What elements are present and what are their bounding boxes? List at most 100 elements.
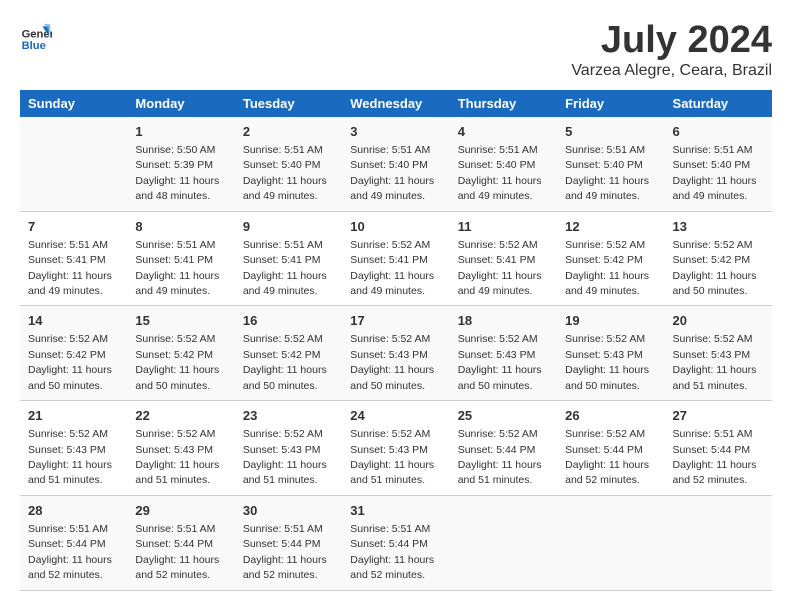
calendar-cell: 30 Sunrise: 5:51 AM Sunset: 5:44 PM Dayli… [235, 495, 342, 590]
calendar-cell: 27 Sunrise: 5:51 AM Sunset: 5:44 PM Dayli… [665, 401, 772, 496]
calendar-cell: 22Sunrise: 5:52 AM Sunset: 5:43 PM Dayli… [127, 401, 234, 496]
day-info: Sunrise: 5:52 AM Sunset: 5:43 PM Dayligh… [673, 333, 757, 391]
header: General Blue July 2024 Varzea Alegre, Ce… [20, 20, 772, 80]
day-info: Sunrise: 5:51 AM Sunset: 5:44 PM Dayligh… [243, 523, 327, 581]
calendar-week-row: 7 Sunrise: 5:51 AM Sunset: 5:41 PM Daylig… [20, 211, 772, 306]
calendar-cell: 5Sunrise: 5:51 AM Sunset: 5:40 PM Daylig… [557, 117, 664, 211]
calendar-cell: 18 Sunrise: 5:52 AM Sunset: 5:43 PM Dayli… [450, 306, 557, 401]
day-info: Sunrise: 5:52 AM Sunset: 5:42 PM Dayligh… [673, 239, 757, 297]
day-info: Sunrise: 5:52 AM Sunset: 5:43 PM Dayligh… [350, 333, 434, 391]
calendar-cell: 6Sunrise: 5:51 AM Sunset: 5:40 PM Daylig… [665, 117, 772, 211]
day-info: Sunrise: 5:52 AM Sunset: 5:44 PM Dayligh… [458, 428, 542, 486]
day-number: 3 [350, 123, 441, 141]
day-info: Sunrise: 5:51 AM Sunset: 5:41 PM Dayligh… [28, 239, 112, 297]
weekday-header-friday: Friday [557, 90, 664, 117]
day-info: Sunrise: 5:52 AM Sunset: 5:43 PM Dayligh… [350, 428, 434, 486]
day-number: 24 [350, 407, 441, 425]
day-number: 5 [565, 123, 656, 141]
calendar-cell: 15 Sunrise: 5:52 AM Sunset: 5:42 PM Dayli… [127, 306, 234, 401]
calendar-cell: 19 Sunrise: 5:52 AM Sunset: 5:43 PM Dayli… [557, 306, 664, 401]
day-number: 30 [243, 502, 334, 520]
day-info: Sunrise: 5:51 AM Sunset: 5:40 PM Dayligh… [458, 144, 542, 202]
calendar-cell: 16 Sunrise: 5:52 AM Sunset: 5:42 PM Dayli… [235, 306, 342, 401]
weekday-header-sunday: Sunday [20, 90, 127, 117]
day-number: 13 [673, 218, 764, 236]
day-number: 20 [673, 312, 764, 330]
calendar-cell: 3 Sunrise: 5:51 AM Sunset: 5:40 PM Daylig… [342, 117, 449, 211]
day-info: Sunrise: 5:51 AM Sunset: 5:44 PM Dayligh… [28, 523, 112, 581]
logo: General Blue [20, 20, 52, 52]
calendar-cell: 1 Sunrise: 5:50 AM Sunset: 5:39 PM Daylig… [127, 117, 234, 211]
weekday-header-monday: Monday [127, 90, 234, 117]
day-info: Sunrise: 5:51 AM Sunset: 5:44 PM Dayligh… [673, 428, 757, 486]
day-number: 1 [135, 123, 226, 141]
day-number: 27 [673, 407, 764, 425]
title-area: July 2024 Varzea Alegre, Ceara, Brazil [571, 20, 772, 80]
calendar-cell: 2 Sunrise: 5:51 AM Sunset: 5:40 PM Daylig… [235, 117, 342, 211]
day-number: 18 [458, 312, 549, 330]
calendar-cell: 17 Sunrise: 5:52 AM Sunset: 5:43 PM Dayli… [342, 306, 449, 401]
day-info: Sunrise: 5:50 AM Sunset: 5:39 PM Dayligh… [135, 144, 219, 202]
day-info: Sunrise: 5:51 AM Sunset: 5:44 PM Dayligh… [135, 523, 219, 581]
day-number: 19 [565, 312, 656, 330]
day-info: Sunrise: 5:51 AM Sunset: 5:40 PM Dayligh… [673, 144, 757, 202]
calendar-cell: 21Sunrise: 5:52 AM Sunset: 5:43 PM Dayli… [20, 401, 127, 496]
day-info: Sunrise: 5:52 AM Sunset: 5:43 PM Dayligh… [458, 333, 542, 391]
day-number: 14 [28, 312, 119, 330]
day-info: Sunrise: 5:52 AM Sunset: 5:42 PM Dayligh… [243, 333, 327, 391]
day-info: Sunrise: 5:52 AM Sunset: 5:44 PM Dayligh… [565, 428, 649, 486]
calendar-cell: 8Sunrise: 5:51 AM Sunset: 5:41 PM Daylig… [127, 211, 234, 306]
day-number: 9 [243, 218, 334, 236]
calendar-cell: 25Sunrise: 5:52 AM Sunset: 5:44 PM Dayli… [450, 401, 557, 496]
calendar-week-row: 28 Sunrise: 5:51 AM Sunset: 5:44 PM Dayli… [20, 495, 772, 590]
calendar-cell: 24 Sunrise: 5:52 AM Sunset: 5:43 PM Dayli… [342, 401, 449, 496]
day-number: 8 [135, 218, 226, 236]
calendar-cell: 28 Sunrise: 5:51 AM Sunset: 5:44 PM Dayli… [20, 495, 127, 590]
day-info: Sunrise: 5:52 AM Sunset: 5:42 PM Dayligh… [135, 333, 219, 391]
day-number: 28 [28, 502, 119, 520]
calendar-table: SundayMondayTuesdayWednesdayThursdayFrid… [20, 90, 772, 591]
calendar-week-row: 14 Sunrise: 5:52 AM Sunset: 5:42 PM Dayli… [20, 306, 772, 401]
calendar-cell: 31Sunrise: 5:51 AM Sunset: 5:44 PM Dayli… [342, 495, 449, 590]
day-number: 15 [135, 312, 226, 330]
day-number: 23 [243, 407, 334, 425]
day-info: Sunrise: 5:52 AM Sunset: 5:42 PM Dayligh… [28, 333, 112, 391]
day-info: Sunrise: 5:52 AM Sunset: 5:42 PM Dayligh… [565, 239, 649, 297]
day-info: Sunrise: 5:52 AM Sunset: 5:41 PM Dayligh… [350, 239, 434, 297]
main-title: July 2024 [571, 20, 772, 62]
day-info: Sunrise: 5:52 AM Sunset: 5:43 PM Dayligh… [135, 428, 219, 486]
weekday-header-thursday: Thursday [450, 90, 557, 117]
calendar-cell: 13 Sunrise: 5:52 AM Sunset: 5:42 PM Dayli… [665, 211, 772, 306]
day-info: Sunrise: 5:52 AM Sunset: 5:41 PM Dayligh… [458, 239, 542, 297]
svg-text:Blue: Blue [22, 40, 46, 52]
day-number: 29 [135, 502, 226, 520]
subtitle: Varzea Alegre, Ceara, Brazil [571, 62, 772, 80]
calendar-cell: 14 Sunrise: 5:52 AM Sunset: 5:42 PM Dayli… [20, 306, 127, 401]
calendar-cell: 4Sunrise: 5:51 AM Sunset: 5:40 PM Daylig… [450, 117, 557, 211]
weekday-header-tuesday: Tuesday [235, 90, 342, 117]
day-number: 2 [243, 123, 334, 141]
weekday-header-wednesday: Wednesday [342, 90, 449, 117]
day-number: 10 [350, 218, 441, 236]
day-info: Sunrise: 5:51 AM Sunset: 5:40 PM Dayligh… [243, 144, 327, 202]
day-info: Sunrise: 5:51 AM Sunset: 5:40 PM Dayligh… [350, 144, 434, 202]
day-info: Sunrise: 5:52 AM Sunset: 5:43 PM Dayligh… [28, 428, 112, 486]
calendar-cell [665, 495, 772, 590]
calendar-cell: 12Sunrise: 5:52 AM Sunset: 5:42 PM Dayli… [557, 211, 664, 306]
calendar-cell: 26 Sunrise: 5:52 AM Sunset: 5:44 PM Dayli… [557, 401, 664, 496]
day-info: Sunrise: 5:52 AM Sunset: 5:43 PM Dayligh… [243, 428, 327, 486]
day-number: 26 [565, 407, 656, 425]
day-number: 17 [350, 312, 441, 330]
day-number: 31 [350, 502, 441, 520]
calendar-week-row: 1 Sunrise: 5:50 AM Sunset: 5:39 PM Daylig… [20, 117, 772, 211]
day-info: Sunrise: 5:52 AM Sunset: 5:43 PM Dayligh… [565, 333, 649, 391]
calendar-cell [20, 117, 127, 211]
logo-icon: General Blue [20, 20, 52, 52]
day-number: 7 [28, 218, 119, 236]
calendar-cell: 10 Sunrise: 5:52 AM Sunset: 5:41 PM Dayli… [342, 211, 449, 306]
day-number: 16 [243, 312, 334, 330]
calendar-cell: 23 Sunrise: 5:52 AM Sunset: 5:43 PM Dayli… [235, 401, 342, 496]
weekday-header-saturday: Saturday [665, 90, 772, 117]
day-number: 11 [458, 218, 549, 236]
calendar-week-row: 21Sunrise: 5:52 AM Sunset: 5:43 PM Dayli… [20, 401, 772, 496]
